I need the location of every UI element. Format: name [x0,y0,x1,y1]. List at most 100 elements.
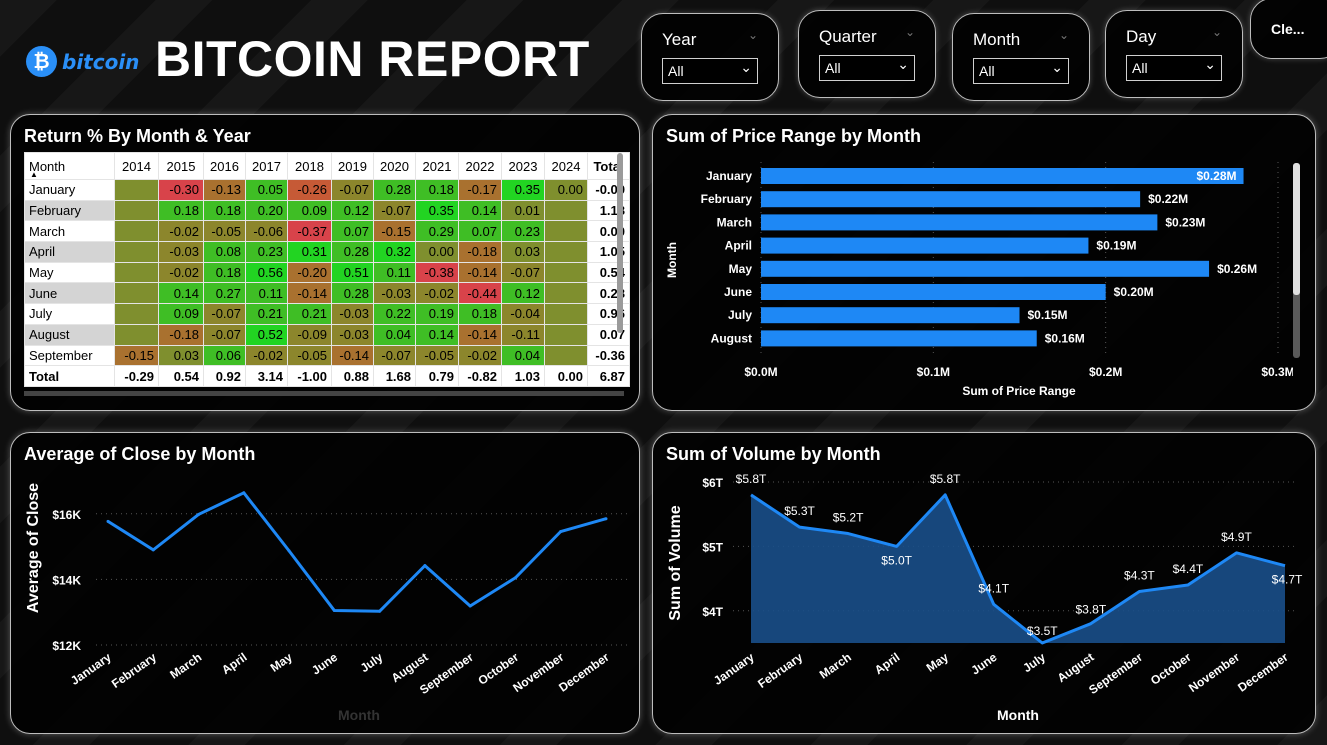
matrix-value-cell: -0.17 [458,179,502,201]
matrix-value-cell: -0.30 [158,179,204,201]
slicer-year-dropdown[interactable]: All ⌄ [662,58,758,84]
matrix-row-header[interactable]: Month ▲ [24,152,115,180]
matrix-value-cell: 0.32 [373,241,416,263]
matrix-col-header[interactable]: 2022 [458,152,502,180]
price-range-scrollbar[interactable] [1293,163,1300,358]
matrix-value-cell: -0.07 [373,199,416,222]
slicer-month[interactable]: Month ⌄ All ⌄ [952,13,1090,101]
matrix-value-cell: 0.09 [287,199,332,222]
matrix-col-header[interactable]: 2017 [245,152,288,180]
matrix-column-total-cell: -0.82 [458,365,502,387]
bar [761,284,1106,300]
matrix-row-total-cell: 0.54 [587,261,630,284]
matrix-value-cell [114,282,159,305]
matrix-row: February 0.18 0.18 0.20 0.09 0.12 -0.07 0.35 0.1… [24,199,630,222]
chevron-down-icon[interactable]: ⌄ [1059,28,1069,42]
matrix-value-cell: -0.07 [373,344,416,367]
matrix-vertical-scrollbar[interactable] [617,153,623,333]
matrix-value-cell: 0.04 [501,344,545,367]
matrix-col-header[interactable]: 2014 [114,152,159,180]
page-title: BITCOIN REPORT [155,31,590,87]
matrix-col-header[interactable]: 2021 [415,152,459,180]
matrix-value-cell: 0.12 [501,282,545,305]
y-axis-title: Average of Close [25,483,42,613]
matrix-value-cell: -0.02 [158,220,204,243]
matrix-month-cell: May [24,261,115,284]
chevron-down-icon[interactable]: ⌄ [748,28,758,42]
matrix-value-cell [114,199,159,222]
dropdown-caret-icon: ⌄ [1204,57,1216,73]
matrix-col-header[interactable]: 2016 [203,152,246,180]
data-point [332,609,336,613]
matrix-col-header[interactable]: 2018 [287,152,332,180]
slicer-year-label: Year [662,30,697,49]
slicer-day[interactable]: Day ⌄ All ⌄ [1105,10,1243,98]
slicer-month-dropdown[interactable]: All ⌄ [973,58,1069,84]
matrix-value-cell: -0.14 [331,344,374,367]
x-axis-title: Sum of Price Range [962,384,1076,398]
slicer-quarter[interactable]: Quarter ⌄ All ⌄ [798,10,936,98]
data-label: $0.26M [1217,262,1257,276]
volume-area-chart: $4T $5T $6T $5.8T $5.3T $5.2T $5.0T $5.8T $4.1T $… [667,472,1303,723]
matrix-value-cell [544,199,588,222]
y-tick-label: February [701,192,753,206]
x-tick-label: April [219,650,249,677]
matrix-row: January -0.30 -0.13 0.05 -0.26 -0.07 0.28 0.18-… [24,179,630,201]
matrix-value-cell: -0.07 [203,323,246,346]
slicer-day-dropdown[interactable]: All ⌄ [1126,55,1222,81]
matrix-value-cell: 0.11 [245,282,288,305]
matrix-month-cell: July [24,303,115,325]
matrix-total-header[interactable]: Total [587,152,630,180]
clear-filters-button[interactable]: Cle... [1250,0,1327,59]
matrix-column-total-cell: 0.00 [544,365,588,387]
matrix-value-cell: -0.03 [331,323,374,346]
chevron-down-icon[interactable]: ⌄ [905,25,915,39]
matrix-row: March -0.02 -0.05 -0.06 -0.37 0.07 -0.15 0.29 0.… [24,220,630,243]
matrix-value-cell [544,282,588,305]
data-label: $0.15M [1028,308,1068,322]
y-tick-label: $16K [52,508,81,522]
matrix-row: June 0.14 0.27 0.11 -0.14 0.28 -0.03 -0.02 -0.44… [24,282,630,305]
slicer-year[interactable]: Year ⌄ All ⌄ [641,13,779,101]
matrix-value-cell: -0.44 [458,282,502,305]
matrix-month-cell: August [24,323,115,346]
data-label: $0.20M [1114,285,1154,299]
matrix-col-header[interactable]: 2019 [331,152,374,180]
x-tick-label: August [1055,650,1097,685]
matrix-col-header[interactable]: 2020 [373,152,416,180]
y-tick-label: $6T [702,476,723,490]
matrix-value-cell: 0.09 [158,303,204,325]
matrix-col-header[interactable]: 2015 [158,152,204,180]
x-tick-label: January [68,650,114,688]
data-label: $0.16M [1045,331,1085,345]
y-tick-label: August [711,331,752,345]
x-tick-label: March [817,650,854,682]
matrix-value-cell: -0.02 [245,344,288,367]
series-area [751,494,1285,643]
matrix-value-cell: 0.04 [373,323,416,346]
matrix-column-total-cell: 0.54 [158,365,204,387]
matrix-column-total-cell: 0.92 [203,365,246,387]
price-range-scrollbar-thumb[interactable] [1293,163,1300,295]
data-label: $0.23M [1165,215,1205,229]
matrix-value-cell: 0.20 [245,199,288,222]
x-tick-label: December [556,650,612,695]
matrix-value-cell: -0.14 [458,323,502,346]
y-tick-label: May [729,262,753,276]
data-point [378,609,382,613]
matrix-value-cell: -0.26 [287,179,332,201]
matrix-value-cell: -0.04 [501,303,545,325]
matrix-col-header[interactable]: 2023 [501,152,545,180]
sort-ascending-icon[interactable]: ▲ [30,170,38,179]
chevron-down-icon[interactable]: ⌄ [1212,25,1222,39]
y-tick-label: March [717,215,752,229]
matrix-col-header[interactable]: 2024 [544,152,588,180]
x-tick-label: March [167,650,204,682]
slicer-quarter-dropdown[interactable]: All ⌄ [819,55,915,81]
matrix-month-cell: March [24,220,115,243]
matrix-row-total-cell: 0.07 [587,323,630,346]
matrix-horizontal-scrollbar[interactable] [24,391,624,396]
matrix-value-cell: 0.06 [203,344,246,367]
data-point [151,548,155,552]
matrix-value-cell: -0.03 [331,303,374,325]
